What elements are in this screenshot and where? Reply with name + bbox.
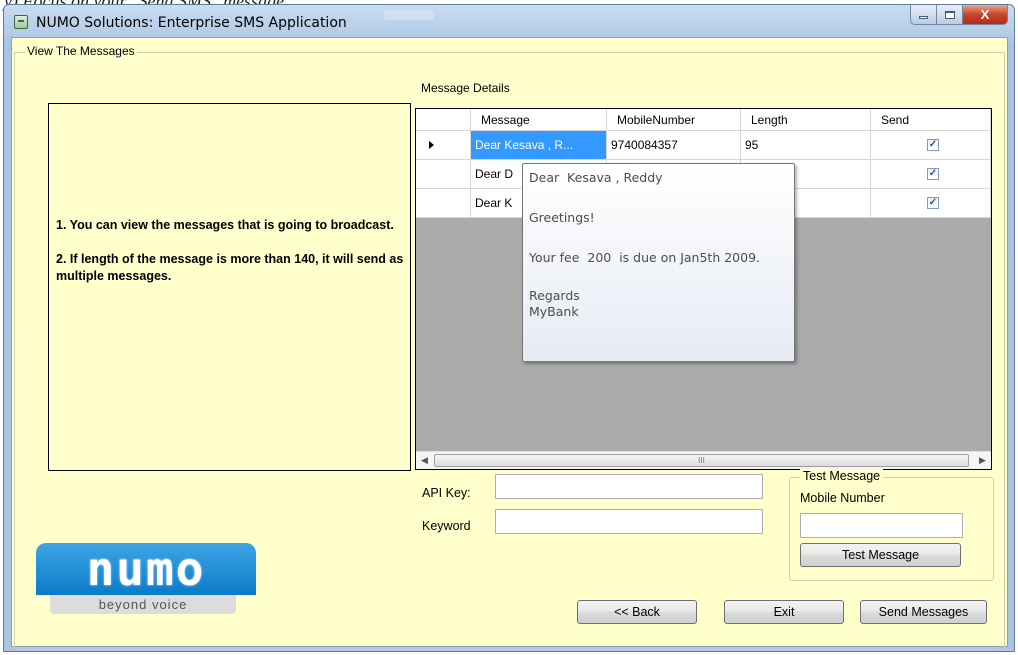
- caption-buttons: X: [910, 5, 1008, 25]
- logo-wordmark: numo: [36, 542, 256, 596]
- tooltip-line: Dear Kesava , Reddy: [529, 170, 663, 185]
- test-mobile-label: Mobile Number: [800, 491, 885, 505]
- numo-logo: numo beyond voice: [36, 542, 256, 615]
- close-button[interactable]: X: [963, 5, 1008, 25]
- current-row-arrow-icon: [429, 141, 434, 149]
- minimize-button[interactable]: [910, 5, 937, 25]
- row-header[interactable]: [416, 189, 471, 218]
- cell-send[interactable]: ✓: [871, 131, 991, 160]
- api-key-label: API Key:: [422, 486, 471, 500]
- app-window: NUMO Solutions: Enterprise SMS Applicati…: [3, 4, 1015, 652]
- message-details-label: Message Details: [421, 81, 510, 95]
- client-area: View The Messages 1. You can view the me…: [11, 37, 1008, 650]
- row-header[interactable]: [416, 131, 471, 160]
- send-checkbox[interactable]: ✓: [927, 168, 939, 180]
- info-line-1: 1. You can view the messages that is goi…: [56, 218, 394, 232]
- title-bar[interactable]: NUMO Solutions: Enterprise SMS Applicati…: [4, 5, 1014, 37]
- row-header[interactable]: [416, 160, 471, 189]
- table-row[interactable]: Dear Kesava , R... 9740084357 95 ✓: [416, 131, 991, 160]
- api-key-input[interactable]: [495, 474, 763, 499]
- info-panel: 1. You can view the messages that is goi…: [48, 103, 411, 471]
- column-header-length[interactable]: Length: [741, 109, 871, 131]
- send-checkbox[interactable]: ✓: [927, 197, 939, 209]
- test-message-button[interactable]: Test Message: [800, 543, 961, 567]
- tooltip-line: Your fee 200 is due on Jan5th 2009.: [529, 250, 761, 265]
- maximize-icon: [944, 10, 955, 19]
- group-legend: View The Messages: [25, 44, 137, 58]
- app-icon: [14, 15, 28, 29]
- cell-length[interactable]: 95: [741, 131, 871, 160]
- close-icon: X: [980, 7, 990, 22]
- info-line-2: 2. If length of the message is more than…: [56, 252, 404, 283]
- horizontal-scrollbar[interactable]: ◀ III ▶: [416, 451, 991, 469]
- tooltip-line: [529, 188, 788, 208]
- send-messages-button[interactable]: Send Messages: [860, 600, 987, 624]
- test-mobile-input[interactable]: [800, 513, 963, 538]
- info-text: 1. You can view the messages that is goi…: [56, 217, 406, 302]
- column-header-message[interactable]: Message: [471, 109, 607, 131]
- maximize-button[interactable]: [937, 5, 963, 25]
- scroll-thumb[interactable]: III: [434, 454, 969, 467]
- cell-send[interactable]: ✓: [871, 189, 991, 218]
- keyword-input[interactable]: [495, 509, 763, 534]
- cell-message[interactable]: Dear Kesava , R...: [471, 131, 607, 160]
- send-checkbox[interactable]: ✓: [927, 139, 939, 151]
- tooltip-line: [529, 268, 788, 288]
- message-tooltip: Dear Kesava , Reddy Greetings! Your fee …: [522, 163, 795, 362]
- cell-send[interactable]: ✓: [871, 160, 991, 189]
- window-title: NUMO Solutions: Enterprise SMS Applicati…: [36, 15, 347, 31]
- scroll-grip-icon: III: [698, 456, 705, 465]
- exit-button[interactable]: Exit: [724, 600, 844, 624]
- cell-mobile[interactable]: 9740084357: [607, 131, 741, 160]
- scroll-right-icon[interactable]: ▶: [974, 452, 991, 469]
- column-header-send[interactable]: Send: [871, 109, 991, 131]
- tooltip-line: MyBank: [529, 304, 579, 319]
- test-message-legend: Test Message: [800, 469, 884, 483]
- row-header-corner: [416, 109, 471, 131]
- scroll-left-icon[interactable]: ◀: [416, 452, 433, 469]
- grid-header: Message MobileNumber Length Send: [416, 109, 991, 131]
- tooltip-line: [529, 228, 788, 248]
- column-header-mobile[interactable]: MobileNumber: [607, 109, 741, 131]
- tooltip-line: Greetings!: [529, 210, 595, 225]
- back-button[interactable]: << Back: [577, 600, 697, 624]
- minimize-icon: [919, 16, 928, 19]
- keyword-label: Keyword: [422, 519, 471, 533]
- logo-tagline: beyond voice: [50, 595, 236, 614]
- title-glare: [384, 10, 434, 20]
- tooltip-line: Regards: [529, 288, 580, 303]
